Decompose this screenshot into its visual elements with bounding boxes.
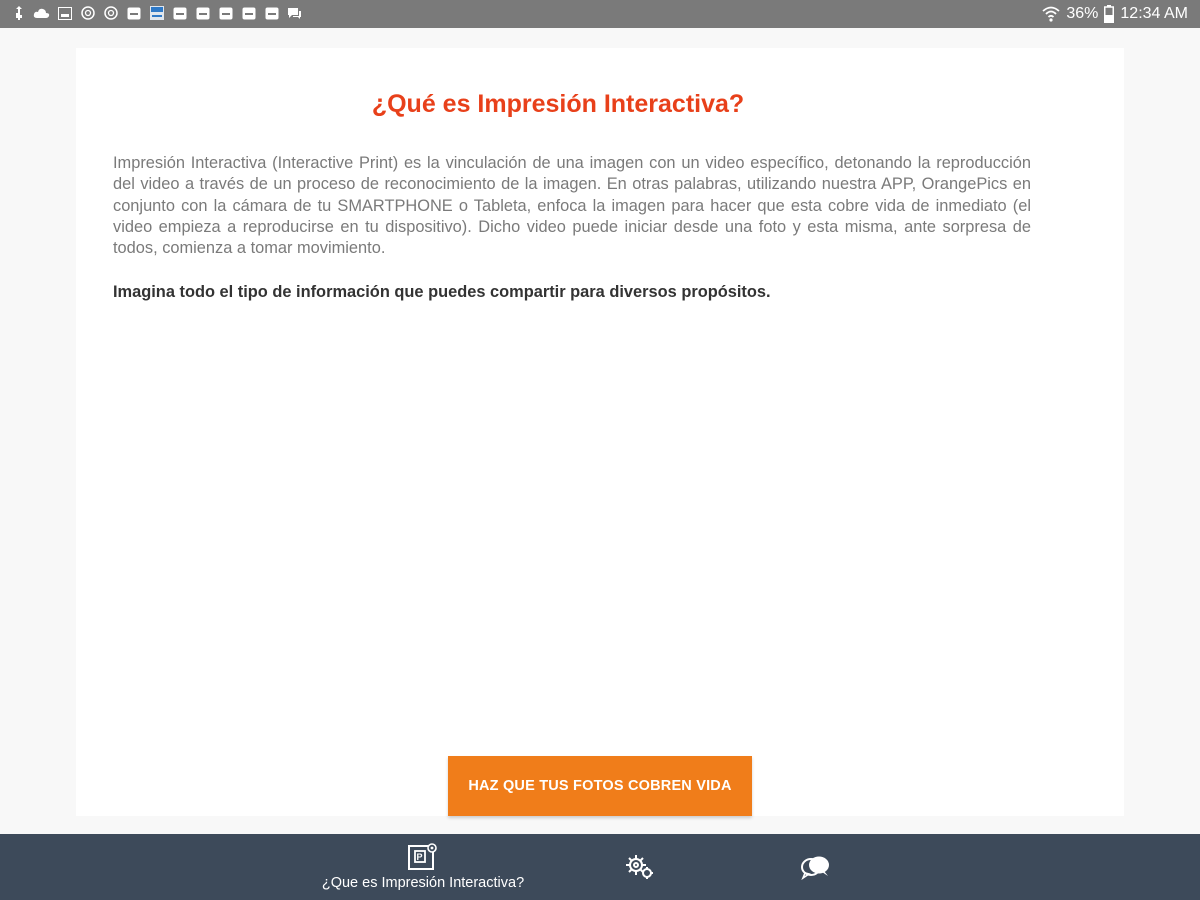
instagram-icon — [79, 6, 96, 20]
cloud-upload-icon — [33, 6, 50, 20]
email-icon — [194, 6, 211, 20]
notification-icons — [10, 6, 303, 20]
page-title: ¿Qué es Impresión Interactiva? — [371, 90, 745, 118]
system-status: 36% 12:34 AM — [1042, 4, 1188, 24]
nav-label-interactive-print: ¿Que es Impresión Interactiva? — [321, 875, 525, 891]
interactive-print-icon: P — [408, 843, 438, 871]
app-icon — [148, 6, 165, 20]
email-icon — [263, 6, 280, 20]
battery-icon — [1104, 5, 1115, 23]
bottom-navigation: P ¿Que es Impresión Interactiva? — [0, 834, 1200, 900]
chat-bubbles-icon — [800, 854, 832, 880]
wifi-icon — [1042, 6, 1060, 22]
nav-item-settings[interactable] — [598, 834, 682, 900]
battery-percent: 36% — [1066, 5, 1099, 22]
email-icon — [125, 6, 142, 20]
email-icon — [171, 6, 188, 20]
email-icon — [240, 6, 257, 20]
usb-icon — [10, 6, 27, 20]
photo-icon — [56, 6, 73, 20]
nav-item-interactive-print[interactable]: P ¿Que es Impresión Interactiva? — [300, 834, 546, 900]
status-bar: 36% 12:34 AM — [0, 0, 1200, 28]
email-icon — [217, 6, 234, 20]
settings-gears-icon — [624, 853, 656, 881]
nav-item-chat[interactable] — [776, 834, 856, 900]
instagram-icon — [102, 6, 119, 20]
messages-icon — [286, 6, 303, 20]
svg-text:P: P — [417, 852, 423, 862]
clock: 12:34 AM — [1120, 5, 1188, 22]
cta-button[interactable]: HAZ QUE TUS FOTOS COBREN VIDA — [448, 756, 752, 816]
tagline-text: Imagina todo el tipo de información que … — [113, 283, 771, 301]
description-text: Impresión Interactiva (Interactive Print… — [113, 154, 1031, 258]
